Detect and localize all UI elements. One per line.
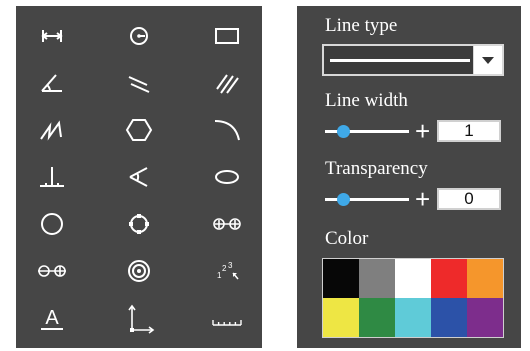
perpendicular-icon	[40, 167, 64, 187]
circles-distance-tool[interactable]	[26, 251, 78, 291]
line-width-plus-button[interactable]: +	[415, 118, 430, 144]
color-label: Color	[325, 228, 369, 249]
transparency-value[interactable]: 0	[437, 188, 501, 210]
caret-down-icon[interactable]	[473, 46, 502, 74]
polyline-icon	[40, 120, 62, 141]
rectangle-icon	[215, 28, 239, 44]
line-width-label: Line width	[325, 90, 408, 111]
arc-tool[interactable]	[201, 110, 253, 150]
polyline-tool[interactable]	[26, 110, 78, 150]
hatch-lines-tool[interactable]	[201, 63, 253, 103]
perpendicular-tool[interactable]	[26, 157, 78, 197]
angle-two-point-icon	[129, 167, 148, 187]
svg-text:3: 3	[228, 261, 233, 270]
circle-by-points-tool[interactable]	[113, 204, 165, 244]
hexagon-tool[interactable]	[113, 110, 165, 150]
color-swatch[interactable]	[359, 259, 395, 298]
svg-text:2: 2	[222, 264, 227, 273]
line-type-dropdown[interactable]	[322, 44, 504, 76]
coordinate-axes-icon	[128, 304, 155, 334]
circles-distance-icon	[38, 265, 66, 277]
line-width-value[interactable]: 1	[437, 120, 501, 142]
color-swatch[interactable]	[467, 298, 503, 337]
horizontal-dimension-icon	[41, 30, 63, 42]
angle-icon	[41, 74, 62, 92]
circle-center-point-icon	[130, 27, 148, 45]
solid-line-preview	[330, 59, 470, 62]
parallel-lines-icon	[128, 76, 150, 93]
line-type-label: Line type	[325, 15, 398, 36]
circle-by-points-icon	[129, 214, 149, 234]
color-swatch[interactable]	[323, 259, 359, 298]
ellipse-icon	[215, 170, 239, 184]
color-swatch[interactable]	[323, 298, 359, 337]
two-point-angle-tool[interactable]	[113, 157, 165, 197]
rectangle-tool[interactable]	[201, 16, 253, 56]
point-numbering-icon: 1 2 3	[217, 261, 239, 280]
text-annotation-tool[interactable]: A	[26, 298, 78, 338]
text-tool-glyph: A	[45, 307, 59, 329]
transparency-slider[interactable]	[325, 190, 409, 208]
color-swatch[interactable]	[395, 259, 431, 298]
coordinate-axes-tool[interactable]	[113, 298, 165, 338]
scale-bar-icon	[212, 320, 242, 326]
circle-tool[interactable]	[26, 204, 78, 244]
circle-icon	[41, 213, 63, 235]
parallel-lines-tool[interactable]	[113, 63, 165, 103]
circle-center-tool[interactable]	[113, 16, 165, 56]
color-swatch[interactable]	[395, 298, 431, 337]
text-annotation-icon: A	[41, 307, 63, 330]
arc-icon	[214, 120, 240, 141]
transparency-label: Transparency	[325, 158, 428, 179]
color-swatch[interactable]	[467, 259, 503, 298]
color-palette	[322, 258, 504, 338]
concentric-circles-tool[interactable]	[113, 251, 165, 291]
circle-to-circle-distance-tool[interactable]	[201, 204, 253, 244]
slider-thumb[interactable]	[337, 125, 351, 138]
concentric-circles-icon	[128, 260, 150, 282]
circle-to-circle-distance-icon	[213, 218, 241, 230]
point-numbering-tool[interactable]: 1 2 3	[201, 251, 253, 291]
color-swatch[interactable]	[431, 298, 467, 337]
horizontal-dimension-tool[interactable]	[26, 16, 78, 56]
hexagon-icon	[125, 119, 153, 141]
color-swatch[interactable]	[431, 259, 467, 298]
line-width-slider[interactable]	[325, 122, 409, 140]
angle-tool[interactable]	[26, 63, 78, 103]
color-swatch[interactable]	[359, 298, 395, 337]
ellipse-tool[interactable]	[201, 157, 253, 197]
scale-bar-tool[interactable]	[201, 298, 253, 338]
slider-thumb[interactable]	[337, 193, 351, 206]
hatch-lines-icon	[216, 74, 239, 94]
tools-panel: 1 2 3 A	[16, 6, 262, 348]
properties-panel: Line type Line width + 1 Transparency + …	[297, 6, 521, 348]
transparency-plus-button[interactable]: +	[415, 186, 430, 212]
